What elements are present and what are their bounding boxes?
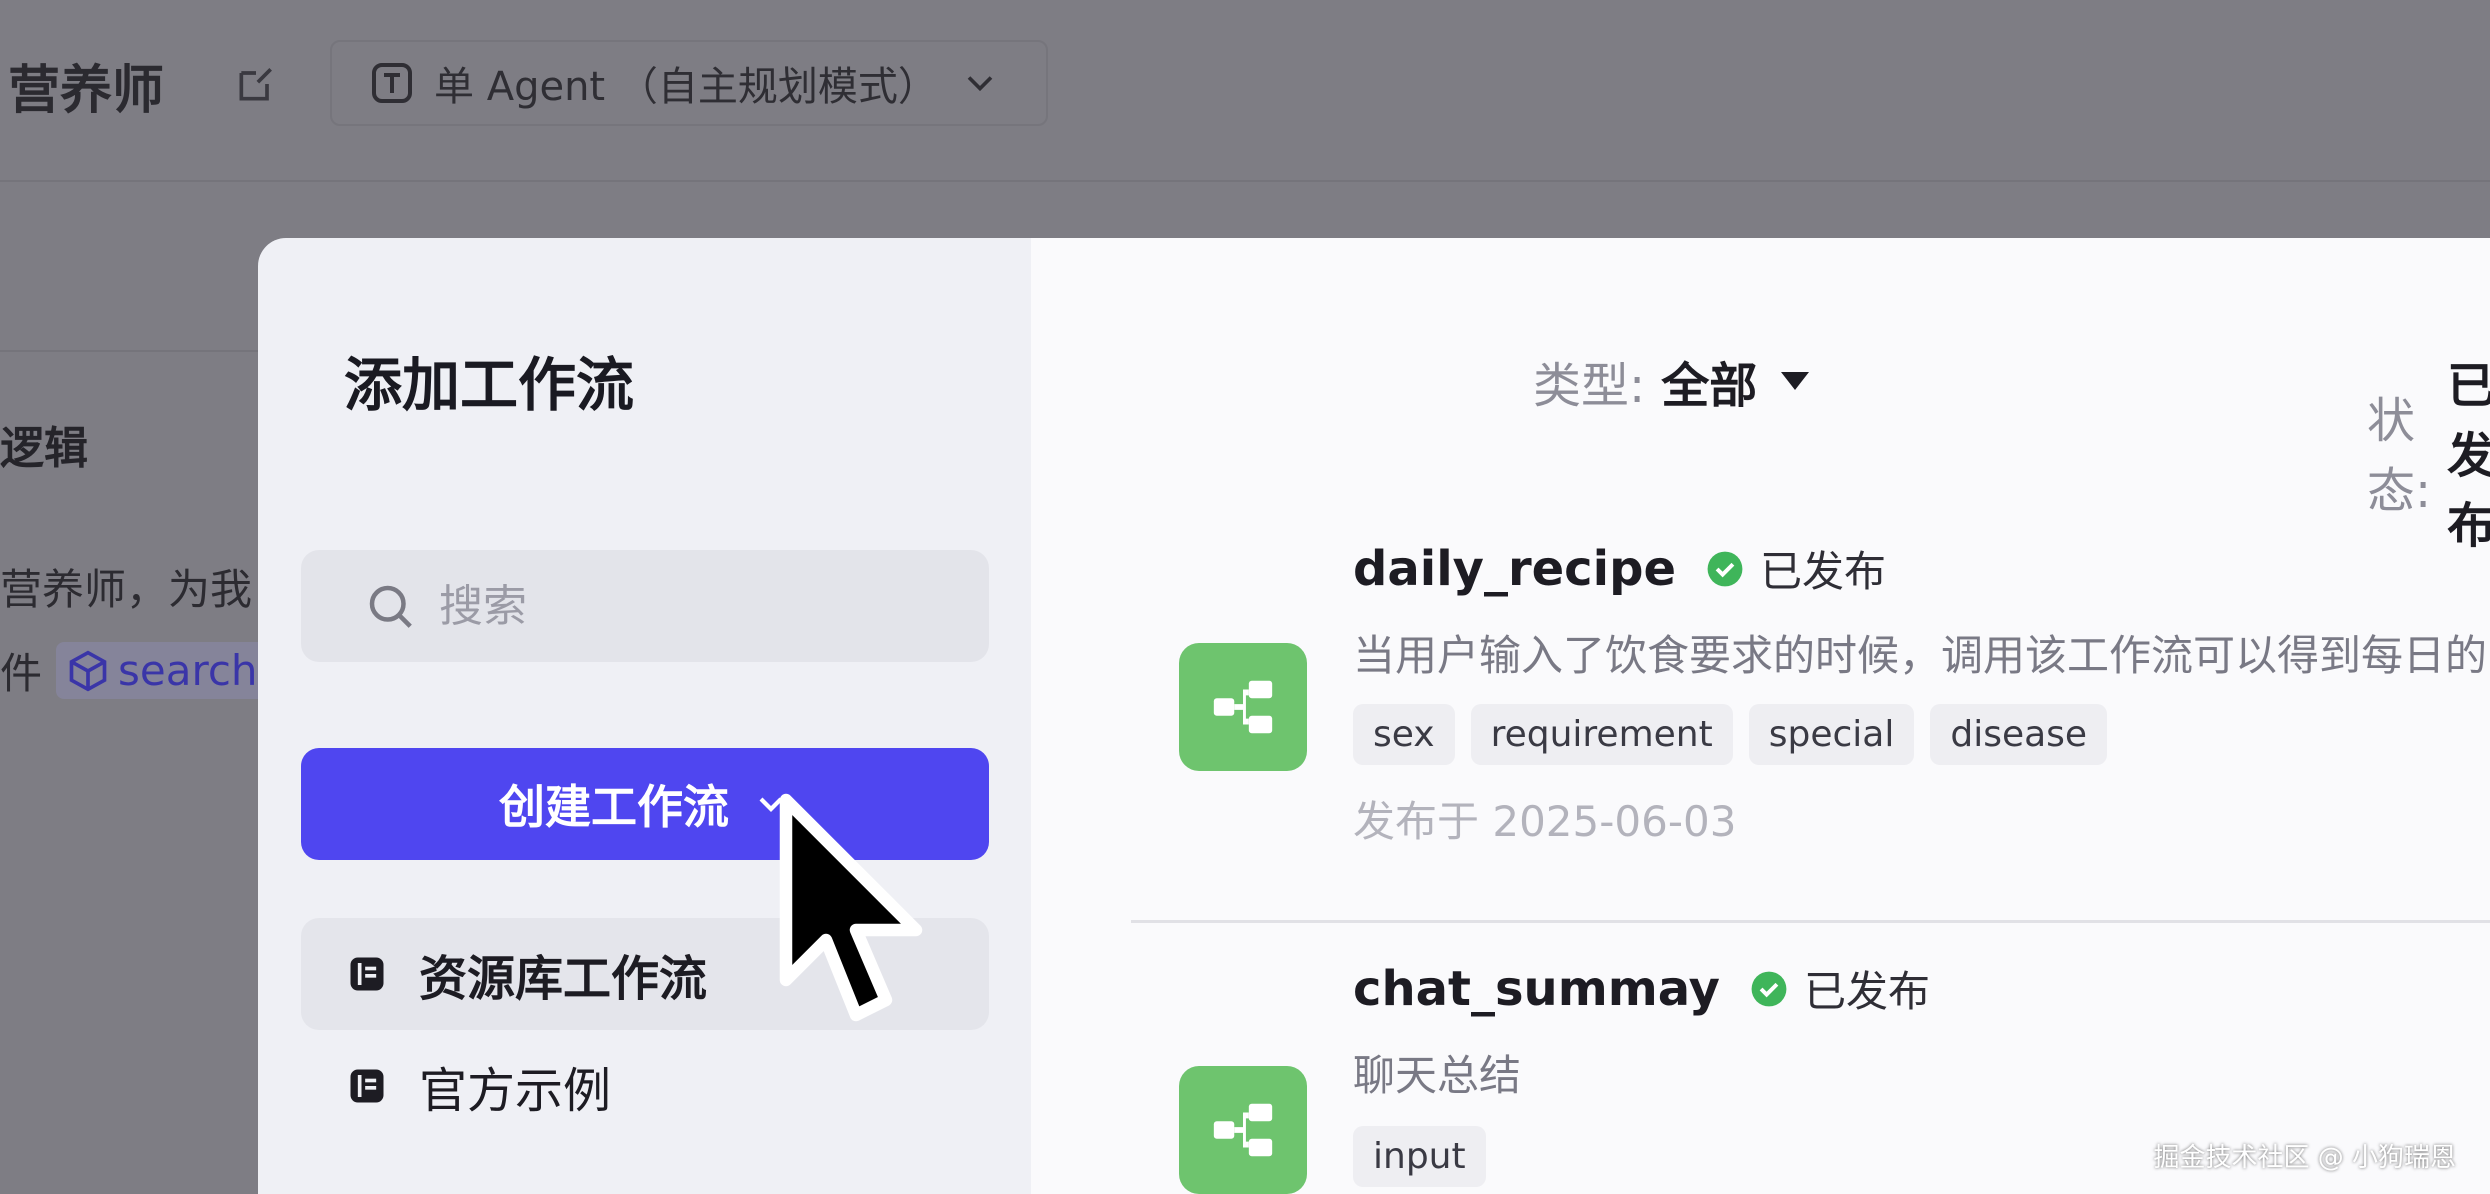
status-badge: 已发布 (1750, 958, 1930, 1019)
workflow-description: 聊天总结 (1353, 1051, 1522, 1100)
tag: special (1748, 704, 1915, 765)
workflow-name-text: chat_summay (1353, 960, 1720, 1017)
chevron-down-icon (967, 76, 993, 92)
workflow-icon (1179, 643, 1307, 771)
tag: disease (1930, 704, 2108, 765)
prompt-text-line2: 件 search (0, 640, 268, 701)
mode-selector[interactable]: 单 Agent （自主规划模式） (330, 40, 1048, 126)
search-icon (369, 585, 412, 628)
search-box[interactable] (301, 550, 989, 662)
workflow-name: chat_summay 已发布 (1353, 958, 1930, 1019)
prompt-text: 营养师，为我 (0, 565, 253, 614)
check-circle-icon (1751, 971, 1787, 1006)
status-filter-label: 状态: (2367, 393, 2432, 519)
workflow-name-text: daily_recipe (1353, 540, 1676, 597)
plugin-chip-label: search (118, 646, 258, 695)
nav-label: 资源库工作流 (419, 951, 708, 1007)
workflow-node-icon (1213, 680, 1273, 734)
modal-title: 添加工作流 (344, 351, 635, 419)
status-filter-value: 已发布 (2447, 358, 2490, 554)
book-icon (350, 1069, 384, 1103)
create-workflow-label: 创建工作流 (499, 780, 729, 834)
type-filter-label: 类型: (1533, 358, 1646, 414)
mode-icon (372, 63, 412, 103)
cube-icon (69, 650, 107, 691)
status-text: 已发布 (1760, 547, 1887, 596)
publish-date: 发布于 2025-06-03 (1353, 797, 1737, 846)
nav-official-examples[interactable]: 官方示例 (301, 1030, 989, 1142)
type-filter-value: 全部 (1661, 358, 1758, 414)
workflow-name: daily_recipe 已发布 (1353, 538, 1886, 599)
watermark: 掘金技术社区 @ 小狗瑞恩 (2153, 1143, 2456, 1173)
caret-down-icon (1781, 372, 1810, 390)
status-filter[interactable]: 状态: 已发布 (2367, 346, 2490, 556)
modal-main: 类型: 全部 状态: 已发布 daily_recipe 已发布 当用户输入了饮食… (1031, 238, 2490, 1194)
status-badge: 已发布 (1706, 538, 1886, 599)
tag: input (1353, 1126, 1486, 1187)
search-input[interactable] (439, 580, 839, 632)
plugin-chip[interactable]: search (56, 642, 268, 699)
book-icon (350, 957, 384, 991)
status-text: 已发布 (1803, 967, 1930, 1016)
check-circle-icon (1707, 551, 1743, 586)
tag: requirement (1470, 704, 1733, 765)
nav-label: 官方示例 (419, 1063, 612, 1119)
mouse-cursor-icon (779, 793, 923, 1022)
section-title: 逻辑 (0, 423, 88, 474)
add-workflow-modal: 添加工作流 创建工作流 资源库工作流 (258, 238, 2490, 1194)
workflow-tags: sex requirement special disease (1353, 704, 2108, 765)
divider (1131, 920, 2490, 923)
divider (0, 350, 258, 352)
app-header: 营养师 单 Agent （自主规划模式） (0, 0, 2490, 182)
type-filter[interactable]: 类型: 全部 (1533, 346, 1810, 416)
workflow-node-icon (1213, 1103, 1273, 1157)
tag: sex (1353, 704, 1455, 765)
mode-label: 单 Agent （自主规划模式） (434, 64, 938, 110)
prompt-text-prefix: 件 (0, 649, 43, 698)
agent-name: 营养师 (8, 61, 165, 121)
workflow-description: 当用户输入了饮食要求的时候，调用该工作流可以得到每日的 (1353, 631, 2488, 680)
modal-sidebar: 添加工作流 创建工作流 资源库工作流 (258, 238, 1031, 1194)
edit-icon[interactable] (234, 62, 278, 106)
workflow-icon (1179, 1066, 1307, 1194)
workflow-tags: input (1353, 1126, 1486, 1187)
